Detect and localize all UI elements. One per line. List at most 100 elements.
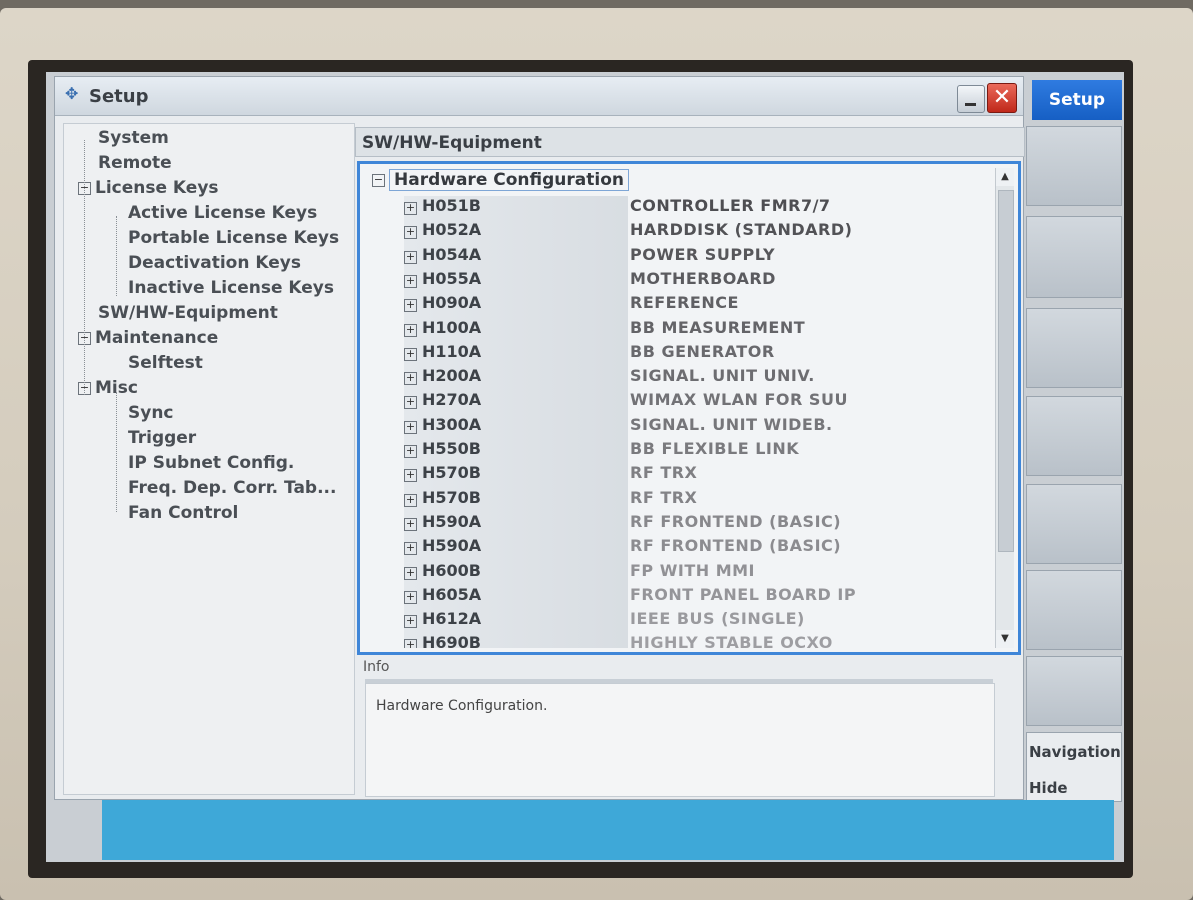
nav-item[interactable]: Active License Keys — [128, 203, 317, 223]
expand-icon[interactable]: + — [404, 420, 417, 434]
softkey-6[interactable] — [1026, 570, 1122, 650]
expand-icon[interactable]: + — [404, 590, 417, 604]
hardware-row[interactable]: + H270A WIMAX WLAN FOR SUU — [404, 390, 988, 412]
expand-icon[interactable]: + — [404, 396, 417, 410]
hardware-description: POWER SUPPLY — [630, 244, 776, 264]
title-bar[interactable]: ✥ Setup ✕ — [55, 77, 1023, 116]
nav-item[interactable]: Deactivation Keys — [128, 253, 301, 273]
nav-item[interactable]: System — [98, 128, 169, 148]
hardware-row[interactable]: + H612A IEEE BUS (SINGLE) — [404, 609, 988, 631]
hardware-description: BB MEASUREMENT — [630, 317, 806, 337]
hardware-row[interactable]: + H590A RF FRONTEND (BASIC) — [404, 536, 988, 558]
setup-icon: ✥ — [65, 84, 79, 103]
hardware-description: MOTHERBOARD — [630, 268, 776, 288]
hardware-description: RF TRX — [630, 463, 698, 483]
tree-connector — [84, 140, 85, 395]
hardware-code: H100A — [422, 317, 482, 337]
collapse-icon[interactable]: − — [372, 174, 385, 187]
expand-icon[interactable]: + — [404, 493, 417, 507]
nav-item-label: IP Subnet Config. — [128, 453, 295, 473]
setup-softkey[interactable]: Setup — [1032, 80, 1122, 120]
hardware-row[interactable]: + H055A MOTHERBOARD — [404, 269, 988, 291]
softkey-2[interactable] — [1026, 216, 1122, 298]
softkey-4[interactable] — [1026, 396, 1122, 476]
softkey-3[interactable] — [1026, 308, 1122, 388]
nav-item-label: Remote — [98, 153, 172, 173]
nav-item[interactable]: − Misc — [78, 378, 138, 398]
content-pane: SW/HW-Equipment − Hardware Configuration … — [355, 123, 1025, 797]
expand-icon[interactable]: + — [404, 469, 417, 483]
expand-icon[interactable]: + — [404, 226, 417, 240]
hardware-row[interactable]: + H054A POWER SUPPLY — [404, 245, 988, 267]
scroll-thumb[interactable] — [998, 190, 1014, 552]
nav-item-label: Selftest — [128, 353, 203, 373]
hardware-row[interactable]: + H100A BB MEASUREMENT — [404, 318, 988, 340]
nav-item[interactable]: Remote — [98, 153, 172, 173]
navigation-hide-softkey[interactable]: Navigation Hide — [1026, 732, 1122, 802]
nav-item[interactable]: IP Subnet Config. — [128, 453, 294, 473]
hardware-row[interactable]: + H570B RF TRX — [404, 488, 988, 510]
hardware-row[interactable]: + H051B CONTROLLER FMR7/7 — [404, 196, 988, 218]
softkey-5[interactable] — [1026, 484, 1122, 564]
hardware-description: REFERENCE — [630, 293, 739, 313]
expand-icon[interactable]: + — [404, 347, 417, 361]
hardware-description: FRONT PANEL BOARD IP — [630, 584, 857, 604]
hardware-row[interactable]: + H605A FRONT PANEL BOARD IP — [404, 585, 988, 607]
hardware-tree[interactable]: − Hardware Configuration + H051B CONTROLLER… — [357, 161, 1021, 655]
expand-icon[interactable]: + — [404, 517, 417, 531]
nav-item-label: Trigger — [128, 428, 197, 448]
nav-item[interactable]: Inactive License Keys — [128, 278, 334, 298]
expand-icon[interactable]: + — [404, 372, 417, 386]
hardware-code: H090A — [422, 293, 482, 313]
nav-item[interactable]: SW/HW-Equipment — [98, 303, 278, 323]
expand-icon[interactable]: + — [404, 274, 417, 288]
nav-item-label: Active License Keys — [128, 203, 318, 223]
expand-icon[interactable]: + — [404, 202, 417, 215]
hardware-code: H052A — [422, 220, 482, 240]
expand-icon[interactable]: + — [404, 299, 417, 313]
hardware-row[interactable]: + H590A RF FRONTEND (BASIC) — [404, 512, 988, 534]
softkey-1[interactable] — [1026, 126, 1122, 206]
hardware-row[interactable]: + H200A SIGNAL. UNIT UNIV. — [404, 366, 988, 388]
nav-item[interactable]: Sync — [128, 403, 174, 423]
tree-scrollbar[interactable]: ▲ ▼ — [995, 168, 1014, 648]
hardware-row[interactable]: + H300A SIGNAL. UNIT WIDEB. — [404, 415, 988, 437]
hardware-row[interactable]: + H090A REFERENCE — [404, 293, 988, 315]
softkey-7[interactable] — [1026, 656, 1122, 726]
scroll-down-icon[interactable]: ▼ — [996, 630, 1014, 648]
info-label: Info — [363, 659, 390, 675]
minimize-button[interactable] — [957, 85, 985, 113]
nav-item[interactable]: Portable License Keys — [128, 228, 339, 248]
hardware-description: CONTROLLER FMR7/7 — [630, 196, 831, 215]
tree-root[interactable]: − Hardware Configuration — [372, 169, 629, 191]
hardware-description: HIGHLY STABLE OCXO — [630, 633, 833, 648]
hardware-code: H200A — [422, 366, 482, 386]
nav-item-label: SW/HW-Equipment — [98, 303, 278, 323]
hardware-code: H270A — [422, 390, 482, 410]
expand-icon[interactable]: + — [404, 639, 417, 648]
nav-item-label: License Keys — [95, 178, 219, 198]
hardware-row[interactable]: + H550B BB FLEXIBLE LINK — [404, 439, 988, 461]
scroll-up-icon[interactable]: ▲ — [996, 168, 1014, 186]
nav-item-label: Deactivation Keys — [128, 253, 301, 273]
nav-item[interactable]: Freq. Dep. Corr. Tab... — [128, 478, 336, 498]
hardware-code: H590A — [422, 536, 482, 556]
hardware-row[interactable]: + H690B HIGHLY STABLE OCXO — [404, 633, 988, 648]
expand-icon[interactable]: + — [404, 542, 417, 556]
expand-icon[interactable]: + — [404, 615, 417, 629]
nav-item[interactable]: Trigger — [128, 428, 196, 448]
hardware-row[interactable]: + H570B RF TRX — [404, 463, 988, 485]
expand-icon[interactable]: + — [404, 323, 417, 337]
expand-icon[interactable]: + — [404, 250, 417, 264]
close-button[interactable]: ✕ — [987, 83, 1017, 113]
nav-item[interactable]: − License Keys — [78, 178, 219, 198]
expand-icon[interactable]: + — [404, 566, 417, 580]
setup-window: ✥ Setup ✕ System Remote − License Keys Activ… — [54, 76, 1025, 800]
nav-item[interactable]: Fan Control — [128, 503, 238, 523]
hardware-row[interactable]: + H052A HARDDISK (STANDARD) — [404, 220, 988, 242]
nav-item[interactable]: − Maintenance — [78, 328, 218, 348]
hardware-row[interactable]: + H110A BB GENERATOR — [404, 342, 988, 364]
hardware-row[interactable]: + H600B FP WITH MMI — [404, 561, 988, 583]
nav-item[interactable]: Selftest — [128, 353, 203, 373]
expand-icon[interactable]: + — [404, 445, 417, 458]
